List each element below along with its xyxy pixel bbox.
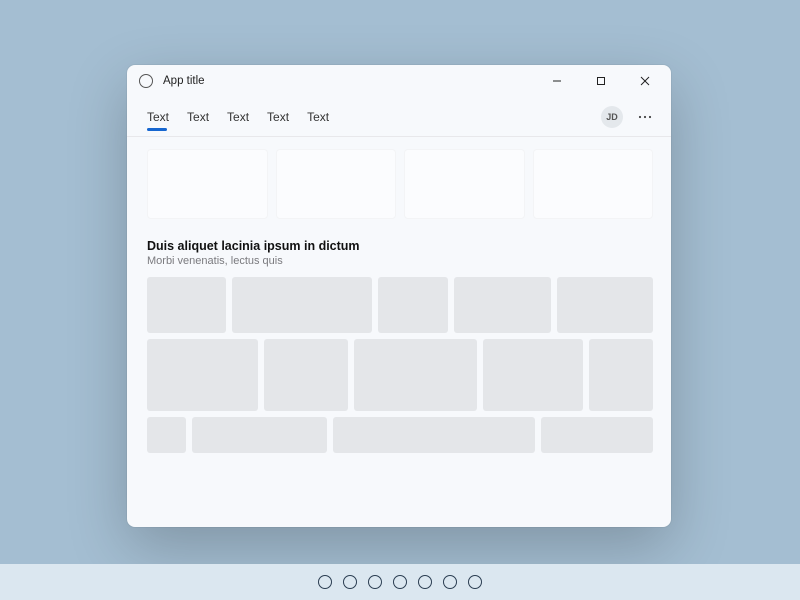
content-area: Duis aliquet lacinia ipsum in dictum Mor… [127, 137, 671, 527]
tab-label: Text [307, 110, 329, 124]
tile[interactable] [541, 417, 653, 453]
tile-row [147, 339, 653, 411]
tile[interactable] [147, 277, 226, 333]
section-subtitle: Morbi venenatis, lectus quis [147, 255, 653, 267]
maximize-button[interactable] [579, 67, 623, 95]
tile[interactable] [264, 339, 348, 411]
app-icon [139, 74, 153, 88]
maximize-icon [596, 76, 606, 86]
more-icon [638, 115, 652, 119]
top-cards-row [147, 149, 653, 219]
tile-grid [147, 277, 653, 453]
taskbar-item[interactable] [393, 575, 407, 589]
card[interactable] [147, 149, 268, 219]
minimize-icon [552, 76, 562, 86]
tab-label: Text [187, 110, 209, 124]
tile[interactable] [192, 417, 327, 453]
taskbar-item[interactable] [443, 575, 457, 589]
subheader: Text Text Text Text Text JD [127, 97, 671, 137]
tab-1[interactable]: Text [187, 100, 209, 134]
app-window: App title Text Text Text Text Text JD [127, 65, 671, 527]
tile[interactable] [147, 339, 258, 411]
titlebar: App title [127, 65, 671, 97]
card[interactable] [533, 149, 654, 219]
tab-label: Text [267, 110, 289, 124]
taskbar-item[interactable] [368, 575, 382, 589]
tile[interactable] [378, 277, 448, 333]
taskbar-item[interactable] [318, 575, 332, 589]
tile[interactable] [557, 277, 653, 333]
avatar-initials: JD [606, 112, 618, 122]
tile[interactable] [147, 417, 186, 453]
window-controls [535, 67, 667, 95]
card[interactable] [276, 149, 397, 219]
tab-0[interactable]: Text [147, 100, 169, 134]
section-title: Duis aliquet lacinia ipsum in dictum [147, 239, 653, 253]
tab-bar: Text Text Text Text Text [147, 100, 601, 134]
tile[interactable] [333, 417, 535, 453]
minimize-button[interactable] [535, 67, 579, 95]
tile[interactable] [589, 339, 653, 411]
close-button[interactable] [623, 67, 667, 95]
tile[interactable] [483, 339, 583, 411]
tab-label: Text [227, 110, 249, 124]
tile-row [147, 277, 653, 333]
more-button[interactable] [633, 105, 657, 129]
tab-3[interactable]: Text [267, 100, 289, 134]
tile[interactable] [232, 277, 372, 333]
card[interactable] [404, 149, 525, 219]
taskbar-item[interactable] [343, 575, 357, 589]
avatar[interactable]: JD [601, 106, 623, 128]
tile[interactable] [454, 277, 550, 333]
tile-row [147, 417, 653, 453]
close-icon [640, 76, 650, 86]
tile[interactable] [354, 339, 477, 411]
taskbar-item[interactable] [468, 575, 482, 589]
taskbar-item[interactable] [418, 575, 432, 589]
app-title: App title [163, 75, 535, 87]
tab-label: Text [147, 110, 169, 124]
tab-2[interactable]: Text [227, 100, 249, 134]
tab-4[interactable]: Text [307, 100, 329, 134]
taskbar [0, 564, 800, 600]
